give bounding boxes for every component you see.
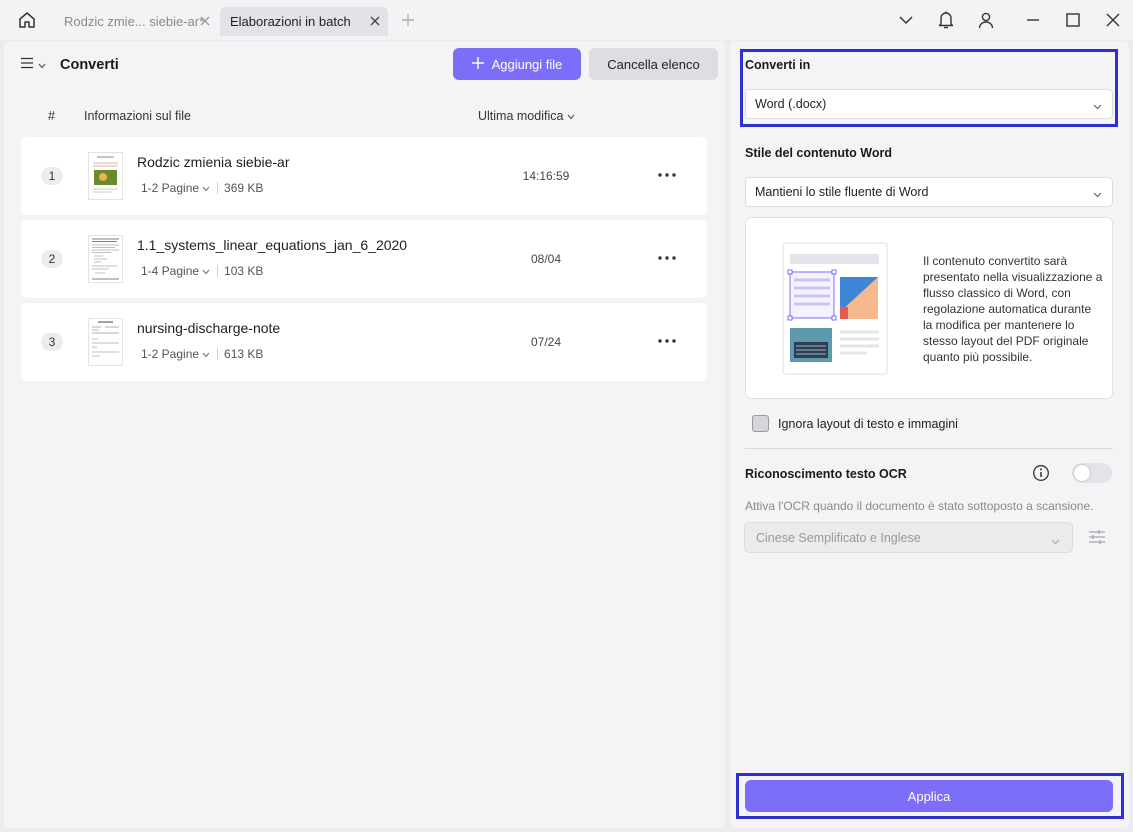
- add-files-label: Aggiungi file: [491, 56, 563, 72]
- tab-document[interactable]: Rodzic zmie... siebie-ar*: [52, 7, 218, 36]
- layout-preview-illustration: [782, 242, 888, 379]
- tab-label: Elaborazioni in batch: [230, 14, 351, 29]
- divider: [745, 448, 1113, 449]
- chevron-down-icon: [202, 181, 210, 195]
- divider: [217, 182, 219, 194]
- word-style-select[interactable]: Mantieni lo stile fluente di Word: [745, 177, 1113, 207]
- minimize-icon[interactable]: [1022, 9, 1044, 31]
- page-range-dropdown[interactable]: 1-2 Pagine: [141, 347, 210, 361]
- toggle-knob: [1074, 465, 1090, 481]
- sliders-icon[interactable]: [1087, 527, 1107, 547]
- maximize-icon[interactable]: [1062, 9, 1084, 31]
- page-range-dropdown[interactable]: 1-2 Pagine: [141, 181, 210, 195]
- file-name: nursing-discharge-note: [137, 320, 281, 336]
- file-thumbnail: [88, 152, 123, 200]
- file-row[interactable]: 2 1.1_systems_linear_equations_jan_6_202…: [21, 220, 707, 298]
- more-options-icon[interactable]: [655, 165, 679, 185]
- more-options-icon[interactable]: [655, 331, 679, 351]
- add-tab-icon[interactable]: [398, 10, 418, 30]
- tab-batch[interactable]: Elaborazioni in batch: [220, 7, 388, 36]
- user-icon[interactable]: [975, 9, 997, 31]
- conversion-settings-panel: Converti in Word (.docx) Stile del conte…: [730, 41, 1129, 828]
- row-number: 1: [41, 167, 63, 185]
- file-thumbnail: [88, 235, 123, 283]
- file-name: Rodzic zmienia siebie-ar: [137, 154, 290, 170]
- output-format-value: Word (.docx): [755, 97, 827, 111]
- style-preview-card: Il contenuto convertito sarà presentato …: [745, 217, 1113, 399]
- word-style-value: Mantieni lo stile fluente di Word: [755, 185, 929, 199]
- page-title: Converti: [60, 57, 119, 73]
- file-row[interactable]: 3 nursing-discharge-note 1-2 Pagine 613 …: [21, 303, 707, 381]
- ignore-layout-label: Ignora layout di testo e immagini: [778, 416, 958, 431]
- page-range-label: 1-2 Pagine: [141, 347, 200, 361]
- title-bar: Rodzic zmie... siebie-ar* Elaborazioni i…: [0, 0, 1133, 40]
- page-range-label: 1-2 Pagine: [141, 181, 200, 195]
- file-meta: 1-4 Pagine 103 KB: [141, 264, 263, 278]
- close-icon[interactable]: [198, 14, 212, 28]
- column-header-modified-label: Ultima modifica: [478, 109, 564, 123]
- ignore-layout-option[interactable]: Ignora layout di testo e immagini: [752, 415, 958, 432]
- file-size: 613 KB: [224, 347, 264, 361]
- chevron-down-icon: [1051, 534, 1060, 548]
- file-size: 369 KB: [224, 181, 264, 195]
- file-size: 103 KB: [224, 264, 264, 278]
- chevron-down-icon: [567, 109, 575, 123]
- file-modified-date: 14:16:59: [522, 169, 570, 183]
- row-number: 2: [41, 250, 63, 268]
- chevron-down-icon: [202, 264, 210, 278]
- file-meta: 1-2 Pagine 369 KB: [141, 181, 263, 195]
- home-icon[interactable]: [16, 9, 38, 31]
- row-number: 3: [41, 333, 63, 351]
- page-range-dropdown[interactable]: 1-4 Pagine: [141, 264, 210, 278]
- column-header-info: Informazioni sul file: [84, 109, 191, 123]
- clear-list-button[interactable]: Cancella elenco: [589, 48, 718, 80]
- file-thumbnail: [88, 318, 123, 366]
- table-header: # Informazioni sul file Ultima modifica: [4, 109, 725, 129]
- chevron-down-icon: [1093, 99, 1102, 113]
- info-icon[interactable]: [1032, 464, 1050, 482]
- divider: [217, 348, 219, 360]
- chevron-down-icon[interactable]: [895, 9, 917, 31]
- plus-icon: [471, 56, 484, 72]
- file-row[interactable]: 1 Rodzic zmienia siebie-ar 1-2 Pagine 36…: [21, 137, 707, 215]
- ocr-language-select[interactable]: Cinese Semplificato e Inglese: [744, 522, 1073, 553]
- list-menu-button[interactable]: [20, 57, 46, 72]
- close-window-icon[interactable]: [1102, 9, 1124, 31]
- chevron-down-icon: [202, 347, 210, 361]
- ocr-toggle[interactable]: [1072, 463, 1112, 483]
- output-format-select[interactable]: Word (.docx): [745, 89, 1113, 119]
- page-range-label: 1-4 Pagine: [141, 264, 200, 278]
- bell-icon[interactable]: [935, 9, 957, 31]
- ocr-label: Riconoscimento testo OCR: [745, 467, 907, 481]
- tab-label: Rodzic zmie... siebie-ar*: [64, 14, 205, 29]
- ocr-language-value: Cinese Semplificato e Inglese: [756, 530, 921, 545]
- file-modified-date: 07/24: [530, 335, 562, 349]
- more-options-icon[interactable]: [655, 248, 679, 268]
- file-modified-date: 08/04: [530, 252, 562, 266]
- close-icon[interactable]: [368, 14, 382, 28]
- file-list-panel: Converti Aggiungi file Cancella elenco #…: [4, 41, 725, 828]
- menu-icon: [20, 57, 34, 72]
- column-header-modified[interactable]: Ultima modifica: [478, 109, 575, 123]
- file-name: 1.1_systems_linear_equations_jan_6_2020: [137, 237, 408, 253]
- add-files-button[interactable]: Aggiungi file: [453, 48, 581, 80]
- divider: [217, 265, 219, 277]
- ocr-hint: Attiva l'OCR quando il documento è stato…: [745, 499, 1094, 513]
- ignore-layout-checkbox[interactable]: [752, 415, 769, 432]
- convert-to-label: Converti in: [745, 58, 811, 72]
- file-meta: 1-2 Pagine 613 KB: [141, 347, 263, 361]
- apply-button[interactable]: Applica: [745, 780, 1113, 812]
- column-header-number: #: [48, 109, 55, 123]
- chevron-down-icon: [1093, 187, 1102, 201]
- word-style-label: Stile del contenuto Word: [745, 146, 892, 160]
- style-description: Il contenuto convertito sarà presentato …: [923, 254, 1103, 364]
- chevron-down-icon: [38, 57, 46, 72]
